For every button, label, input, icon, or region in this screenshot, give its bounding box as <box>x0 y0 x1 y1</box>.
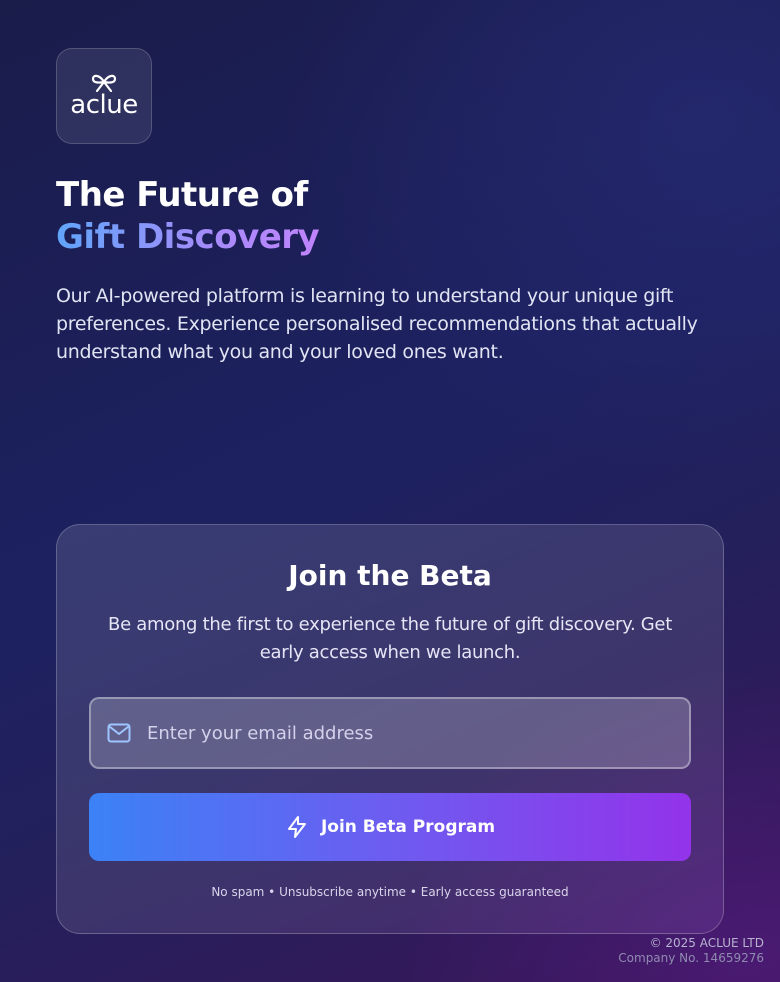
lightning-icon <box>287 816 306 838</box>
brand-logo: aclue <box>56 48 152 144</box>
copyright-text: © 2025 ACLUE LTD <box>649 936 764 950</box>
signup-description: Be among the first to experience the fut… <box>108 614 672 663</box>
mail-icon <box>107 723 131 743</box>
email-input[interactable] <box>147 699 689 767</box>
logo-wordmark: aclue <box>70 90 138 120</box>
hero-description: Our AI-powered platform is learning to u… <box>56 285 698 363</box>
company-number: Company No. 14659276 <box>618 951 764 965</box>
signup-title: Join the Beta <box>288 559 492 592</box>
join-beta-label: Join Beta Program <box>320 817 496 837</box>
footer-copyright: © 2025 ACLUE LTD Company No. 14659276 <box>618 936 764 966</box>
hero-title: The Future of Gift Discovery <box>56 174 320 258</box>
email-field[interactable] <box>89 697 691 769</box>
hero-title-line2: Gift Discovery <box>56 217 320 257</box>
join-beta-button[interactable]: Join Beta Program <box>89 793 691 861</box>
hero-title-line1: The Future of <box>56 175 308 215</box>
beta-signup-card: Join the Beta Be among the first to expe… <box>56 524 724 934</box>
gift-bow-icon <box>91 74 117 92</box>
signup-fine-print: No spam • Unsubscribe anytime • Early ac… <box>211 885 569 899</box>
